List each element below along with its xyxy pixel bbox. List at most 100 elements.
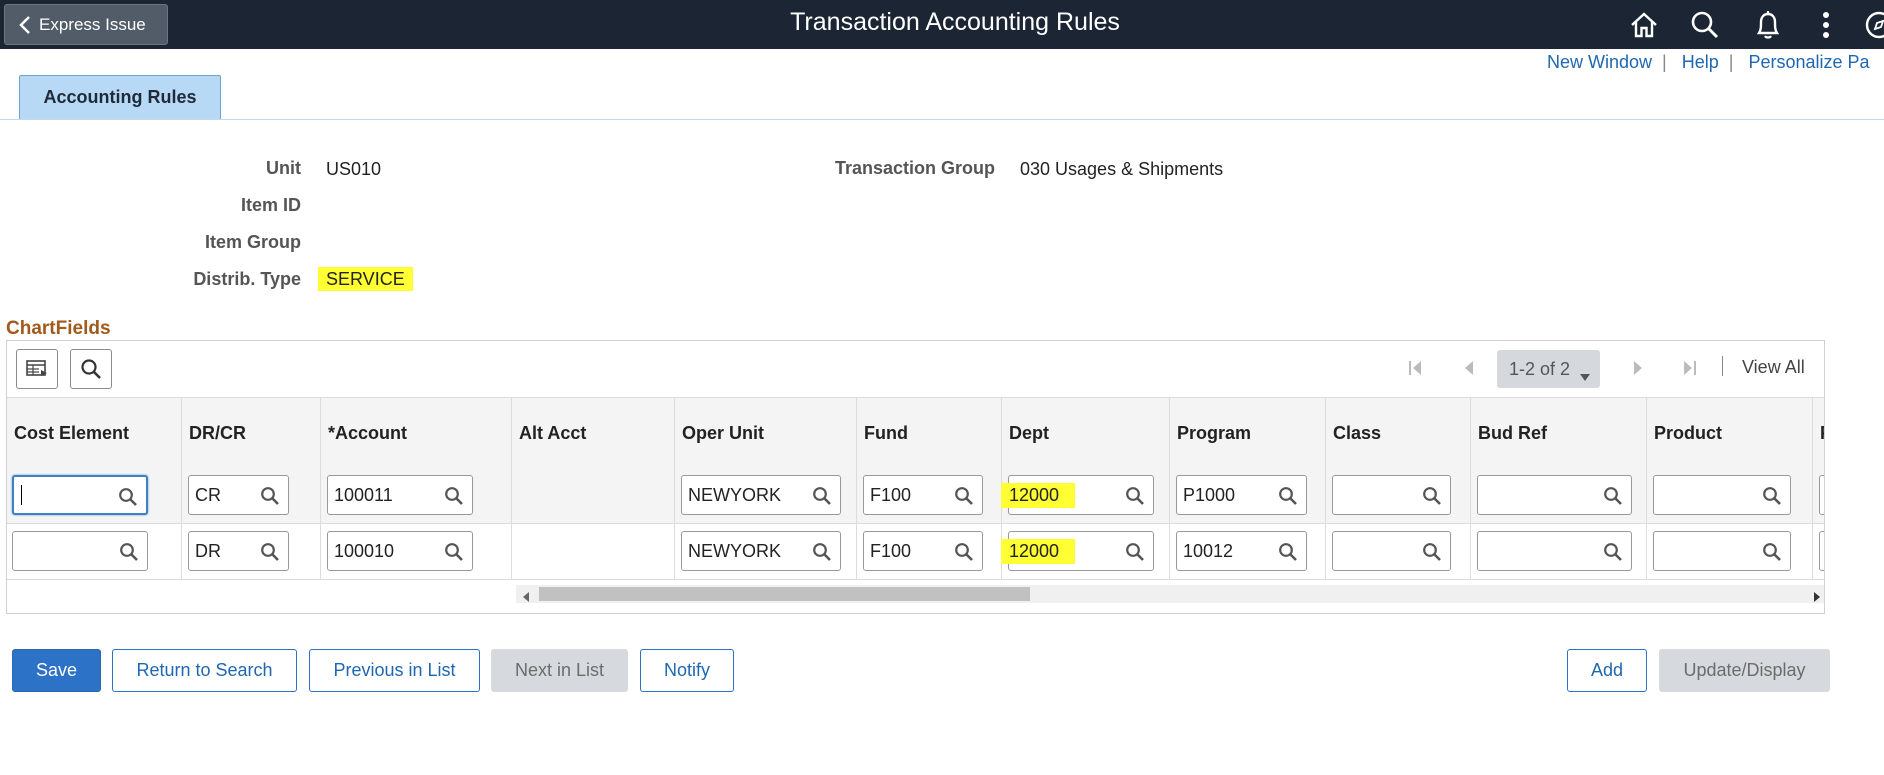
tab-divider: [0, 119, 1884, 120]
distrib-type-label: Distrib. Type: [193, 269, 301, 289]
page-range-text: 1-2 of 2: [1509, 358, 1571, 379]
help-link[interactable]: Help: [1682, 52, 1719, 72]
scrollbar-thumb[interactable]: [539, 587, 1030, 601]
program-input[interactable]: 10012: [1176, 531, 1307, 571]
lookup-icon[interactable]: [1603, 486, 1623, 506]
lookup-icon[interactable]: [1125, 486, 1145, 506]
top-banner: Express Issue Transaction Accounting Rul…: [0, 0, 1884, 49]
notify-button[interactable]: Notify: [640, 649, 734, 692]
col-header-product[interactable]: Product: [1647, 398, 1813, 468]
new-window-link[interactable]: New Window: [1547, 52, 1652, 72]
cell-fund: F100: [857, 524, 1002, 579]
scroll-right-icon[interactable]: [1813, 589, 1821, 607]
fund-input[interactable]: F100: [863, 531, 983, 571]
col-header-cost-element[interactable]: Cost Element: [7, 398, 182, 468]
col-header-fund[interactable]: Fund: [857, 398, 1002, 468]
lookup-icon[interactable]: [444, 542, 464, 562]
cell-program: 10012: [1170, 524, 1326, 579]
cell-bud-ref: [1471, 524, 1647, 579]
lookup-icon[interactable]: [444, 486, 464, 506]
lookup-icon[interactable]: [1422, 486, 1442, 506]
last-page-icon[interactable]: [1681, 359, 1697, 377]
col-header-alt-acct[interactable]: Alt Acct: [512, 398, 675, 468]
personalize-page-link[interactable]: Personalize Pa: [1748, 52, 1869, 72]
previous-page-icon[interactable]: [1463, 359, 1475, 377]
link-separator: |: [1728, 52, 1734, 72]
col-header-class[interactable]: Class: [1326, 398, 1471, 468]
oper-unit-input[interactable]: NEWYORK: [681, 475, 841, 515]
account-input[interactable]: 100011: [327, 475, 473, 515]
lookup-icon[interactable]: [118, 487, 138, 507]
account-input[interactable]: 100010: [327, 531, 473, 571]
class-input[interactable]: [1332, 475, 1451, 515]
horizontal-scrollbar[interactable]: [516, 585, 1824, 603]
save-button[interactable]: Save: [12, 649, 101, 692]
class-input[interactable]: [1332, 531, 1451, 571]
personalize-grid-button[interactable]: [16, 349, 58, 389]
product-input[interactable]: [1653, 531, 1791, 571]
col-header-program[interactable]: Program: [1170, 398, 1326, 468]
lookup-icon[interactable]: [1422, 542, 1442, 562]
dept-input[interactable]: 12000: [1001, 475, 1154, 515]
table-row: CR 100011 NEWYORK F100 12000 P1000: [7, 468, 1824, 524]
bud-ref-input[interactable]: [1477, 475, 1632, 515]
cell-alt-acct: [512, 468, 675, 523]
lookup-icon[interactable]: [1278, 486, 1298, 506]
bud-ref-input[interactable]: [1477, 531, 1632, 571]
lookup-icon[interactable]: [812, 486, 832, 506]
lookup-icon[interactable]: [1603, 542, 1623, 562]
lookup-icon[interactable]: [260, 542, 280, 562]
find-in-grid-button[interactable]: [70, 349, 112, 389]
cell-dept: 12000: [1001, 524, 1170, 579]
next-page-icon[interactable]: [1632, 359, 1644, 377]
view-all-link[interactable]: View All: [1742, 357, 1805, 378]
compass-icon[interactable]: [1862, 8, 1884, 42]
fund-input[interactable]: F100: [863, 475, 983, 515]
update-display-button[interactable]: Update/Display: [1659, 649, 1830, 692]
drcr-input[interactable]: DR: [188, 531, 289, 571]
previous-in-list-button[interactable]: Previous in List: [309, 649, 480, 692]
next-in-list-button[interactable]: Next in List: [491, 649, 628, 692]
distrib-type-value: SERVICE: [318, 267, 413, 291]
scroll-left-icon[interactable]: [522, 589, 530, 607]
unit-value: US010: [326, 159, 382, 179]
add-button[interactable]: Add: [1567, 649, 1647, 692]
col-header-dept[interactable]: Dept: [1002, 398, 1170, 468]
lookup-icon[interactable]: [954, 486, 974, 506]
program-input[interactable]: P1000: [1176, 475, 1307, 515]
oper-unit-input[interactable]: NEWYORK: [681, 531, 841, 571]
kebab-menu-icon[interactable]: [1809, 8, 1843, 42]
cell-truncated: [1813, 468, 1824, 523]
drcr-input[interactable]: CR: [188, 475, 289, 515]
col-header-account[interactable]: *Account: [321, 398, 512, 468]
lookup-icon[interactable]: [954, 542, 974, 562]
tab-accounting-rules[interactable]: Accounting Rules: [19, 75, 221, 119]
home-icon[interactable]: [1627, 8, 1661, 42]
cost-element-input[interactable]: [12, 531, 148, 571]
page-range-select[interactable]: 1-2 of 2: [1497, 350, 1600, 388]
truncated-input[interactable]: [1819, 475, 1824, 515]
col-header-oper-unit[interactable]: Oper Unit: [675, 398, 857, 468]
col-header-truncated[interactable]: P: [1813, 398, 1824, 468]
return-to-search-button[interactable]: Return to Search: [112, 649, 297, 692]
truncated-input[interactable]: [1819, 531, 1824, 571]
lookup-icon[interactable]: [1762, 542, 1782, 562]
search-icon[interactable]: [1688, 8, 1722, 42]
lookup-icon[interactable]: [1125, 542, 1145, 562]
lookup-icon[interactable]: [260, 486, 280, 506]
cost-element-input[interactable]: [12, 475, 148, 515]
lookup-icon[interactable]: [812, 542, 832, 562]
cell-drcr: DR: [182, 524, 321, 579]
dept-input[interactable]: 12000: [1001, 531, 1154, 571]
first-page-icon[interactable]: [1408, 359, 1424, 377]
col-header-bud-ref[interactable]: Bud Ref: [1471, 398, 1647, 468]
lookup-icon[interactable]: [119, 542, 139, 562]
lookup-icon[interactable]: [1278, 542, 1298, 562]
lookup-icon[interactable]: [1762, 486, 1782, 506]
grid-settings-icon: [26, 360, 47, 376]
product-input[interactable]: [1653, 475, 1791, 515]
col-header-drcr[interactable]: DR/CR: [182, 398, 321, 468]
notification-bell-icon[interactable]: [1751, 8, 1785, 42]
grid-header: Cost Element DR/CR *Account Alt Acct Ope…: [7, 397, 1824, 469]
cell-oper-unit: NEWYORK: [675, 468, 857, 523]
